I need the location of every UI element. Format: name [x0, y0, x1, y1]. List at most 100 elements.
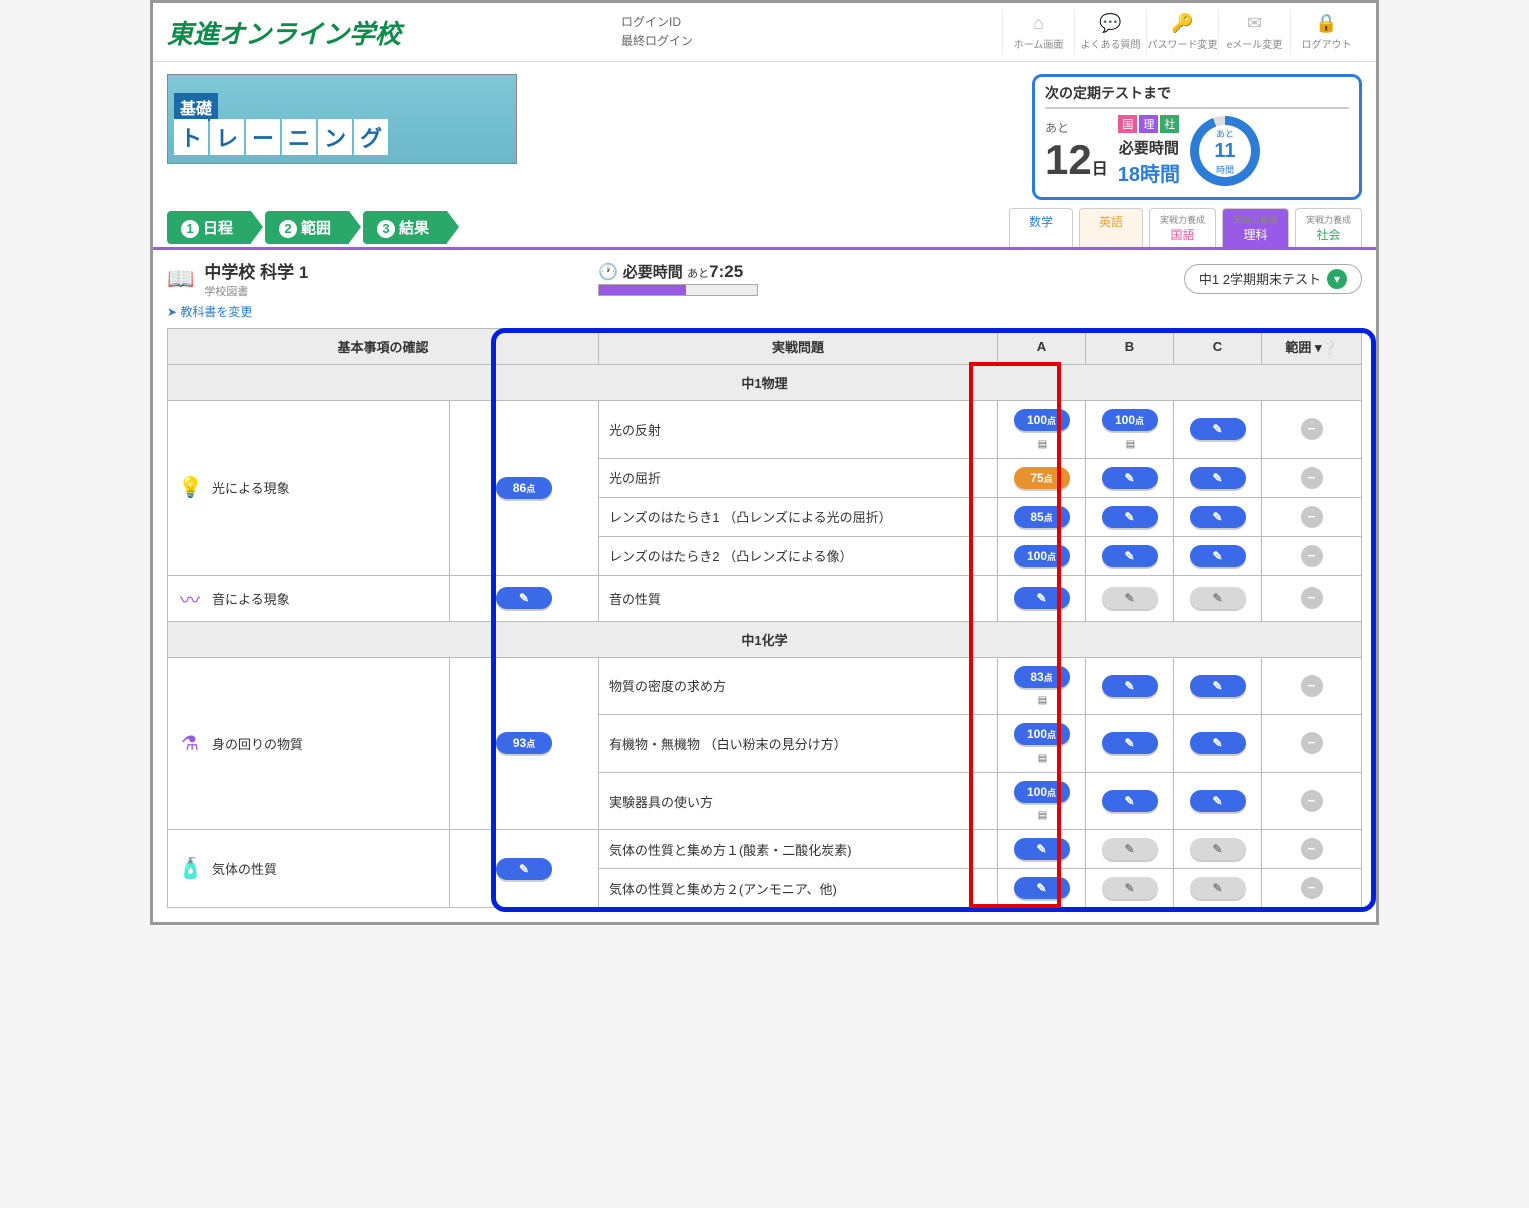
- remove-button[interactable]: −: [1301, 545, 1323, 567]
- topic-icon: 🧴: [178, 856, 202, 881]
- pen-pill[interactable]: ✎: [1102, 838, 1158, 860]
- cell-range: −: [1262, 772, 1362, 830]
- score-pill[interactable]: 100点: [1102, 409, 1158, 431]
- nav-2[interactable]: 🔑パスワード変更: [1146, 9, 1218, 55]
- banner-tiles: トレーニング: [174, 119, 388, 155]
- tab-eng[interactable]: 英語: [1079, 208, 1143, 247]
- basic-cell: 86点: [450, 401, 599, 576]
- step-1[interactable]: 1日程: [167, 211, 251, 244]
- nav-label: パスワード変更: [1148, 40, 1218, 51]
- nav-icon: ⌂: [1003, 13, 1074, 34]
- pen-pill[interactable]: ✎: [496, 587, 552, 609]
- time-small: あと: [687, 268, 709, 280]
- pen-pill[interactable]: ✎: [1190, 732, 1246, 754]
- remove-button[interactable]: −: [1301, 732, 1323, 754]
- pen-pill[interactable]: ✎: [496, 858, 552, 880]
- pen-pill[interactable]: ✎: [1190, 545, 1246, 567]
- pen-pill[interactable]: ✎: [1102, 545, 1158, 567]
- score-pill[interactable]: 100点: [1014, 723, 1070, 745]
- cell-a: ✎: [998, 830, 1086, 869]
- score-pill[interactable]: 100点: [1014, 545, 1070, 567]
- practice-table: 基本事項の確認 実戦問題 A B C 範囲 ▾❔ 中1物理💡光による現象86点光…: [167, 328, 1362, 908]
- pen-pill[interactable]: ✎: [1190, 675, 1246, 697]
- score-pill[interactable]: 85点: [1014, 506, 1070, 528]
- pen-pill[interactable]: ✎: [1102, 877, 1158, 899]
- topic-cell: 〰音による現象: [168, 575, 450, 621]
- pen-pill[interactable]: ✎: [1102, 467, 1158, 489]
- header-nav: ⌂ ホーム画面 💬よくある質問🔑パスワード変更✉ eメール変更 🔒 ログアウト: [1002, 9, 1362, 55]
- col-a[interactable]: A: [998, 329, 1086, 365]
- cell-c: ✎: [1174, 575, 1262, 621]
- remove-button[interactable]: −: [1301, 675, 1323, 697]
- nav-label: eメール変更: [1227, 40, 1283, 51]
- pen-pill[interactable]: ✎: [1102, 732, 1158, 754]
- pen-pill[interactable]: ✎: [1014, 877, 1070, 899]
- col-c[interactable]: C: [1174, 329, 1262, 365]
- topic-cell: 💡光による現象: [168, 401, 450, 576]
- tab-kok[interactable]: 実戦力養成国語: [1149, 208, 1216, 247]
- change-textbook-link[interactable]: 教科書を変更: [153, 301, 1376, 328]
- pen-pill[interactable]: ✎: [1014, 587, 1070, 609]
- training-banner[interactable]: 基礎 トレーニング: [167, 74, 517, 164]
- pen-pill[interactable]: ✎: [1190, 877, 1246, 899]
- progress-bar: [598, 284, 758, 296]
- pen-pill[interactable]: ✎: [1190, 587, 1246, 609]
- basic-cell: 93点: [450, 657, 599, 830]
- cell-b: ✎: [1086, 772, 1174, 830]
- score-pill[interactable]: 93点: [496, 732, 552, 754]
- pen-pill[interactable]: ✎: [1190, 467, 1246, 489]
- cell-a: 100点: [998, 536, 1086, 575]
- site-logo[interactable]: 東進オンライン学校: [167, 14, 401, 51]
- remove-button[interactable]: −: [1301, 418, 1323, 440]
- nav-4[interactable]: 🔒 ログアウト: [1290, 9, 1362, 55]
- row-title: 気体の性質と集め方２(アンモニア、他): [598, 869, 997, 908]
- remove-button[interactable]: −: [1301, 467, 1323, 489]
- term-selector[interactable]: 中1 2学期期末テスト ▾: [1184, 264, 1362, 294]
- topic-name: 身の回りの物質: [212, 734, 303, 753]
- pen-pill[interactable]: ✎: [1190, 418, 1246, 440]
- score-pill[interactable]: 83点: [1014, 666, 1070, 688]
- nav-label: ホーム画面: [1014, 40, 1064, 51]
- banner-prefix: 基礎: [174, 93, 218, 121]
- col-b[interactable]: B: [1086, 329, 1174, 365]
- remove-button[interactable]: −: [1301, 877, 1323, 899]
- nav-icon: 🔒: [1291, 13, 1362, 34]
- nav-3[interactable]: ✉ eメール変更: [1218, 9, 1290, 55]
- basic-cell: ✎: [450, 830, 599, 908]
- score-pill[interactable]: 75点: [1014, 467, 1070, 489]
- pen-pill[interactable]: ✎: [1190, 506, 1246, 528]
- pen-pill[interactable]: ✎: [1014, 838, 1070, 860]
- score-pill[interactable]: 86点: [496, 477, 552, 499]
- pen-pill[interactable]: ✎: [1102, 790, 1158, 812]
- step-2[interactable]: 2範囲: [265, 211, 349, 244]
- remove-button[interactable]: −: [1301, 587, 1323, 609]
- cell-b: ✎: [1086, 497, 1174, 536]
- cell-b: ✎: [1086, 715, 1174, 773]
- help-icon[interactable]: ❔: [1321, 340, 1337, 355]
- cell-c: ✎: [1174, 830, 1262, 869]
- remove-button[interactable]: −: [1301, 838, 1323, 860]
- nav-0[interactable]: ⌂ ホーム画面: [1002, 9, 1074, 55]
- score-pill[interactable]: 100点: [1014, 409, 1070, 431]
- ring-ato: あと: [1216, 127, 1234, 140]
- tab-soc[interactable]: 実戦力養成社会: [1295, 208, 1362, 247]
- cell-a: 100点 ▤: [998, 772, 1086, 830]
- note-icon: ▤: [1038, 810, 1047, 821]
- nav-icon: ✉: [1219, 13, 1290, 34]
- pen-pill[interactable]: ✎: [1190, 838, 1246, 860]
- pen-pill[interactable]: ✎: [1102, 675, 1158, 697]
- remove-button[interactable]: −: [1301, 790, 1323, 812]
- cell-b: ✎: [1086, 657, 1174, 715]
- nav-label: ログアウト: [1302, 40, 1352, 51]
- col-range[interactable]: 範囲 ▾❔: [1262, 329, 1362, 365]
- score-pill[interactable]: 100点: [1014, 781, 1070, 803]
- nav-1[interactable]: 💬よくある質問: [1074, 9, 1146, 55]
- tab-math[interactable]: 数学: [1009, 208, 1073, 247]
- pen-pill[interactable]: ✎: [1102, 587, 1158, 609]
- remove-button[interactable]: −: [1301, 506, 1323, 528]
- section-header: 中1物理: [168, 365, 1362, 401]
- pen-pill[interactable]: ✎: [1102, 506, 1158, 528]
- tab-sci[interactable]: 実戦力養成理科: [1222, 208, 1289, 247]
- step-3[interactable]: 3結果: [363, 211, 447, 244]
- pen-pill[interactable]: ✎: [1190, 790, 1246, 812]
